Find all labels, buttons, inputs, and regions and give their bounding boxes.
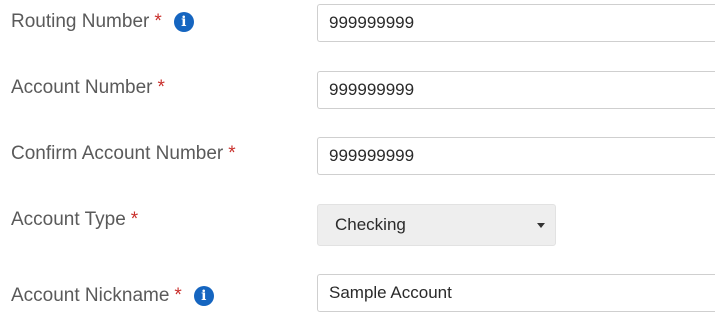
confirm-account-number-row: Confirm Account Number * — [0, 128, 715, 194]
required-asterisk: * — [130, 209, 139, 230]
required-asterisk: * — [154, 11, 162, 32]
info-icon[interactable]: i — [173, 12, 194, 32]
account-nickname-input[interactable] — [317, 274, 715, 312]
required-asterisk: * — [157, 77, 165, 98]
bank-account-form: Routing Number * i Account Number * Conf… — [0, 0, 715, 312]
routing-number-row: Routing Number * i — [0, 0, 715, 62]
account-number-label-group: Account Number * — [11, 74, 165, 102]
required-asterisk: * — [174, 285, 182, 306]
required-asterisk: * — [228, 143, 236, 164]
confirm-account-number-label-group: Confirm Account Number * — [11, 140, 236, 168]
chevron-down-icon — [537, 223, 545, 228]
account-number-label: Account Number — [11, 77, 153, 98]
account-type-label-group: Account Type * — [11, 206, 138, 234]
account-type-row: Account Type * Checking — [0, 194, 715, 260]
account-type-select[interactable]: Checking — [317, 204, 556, 246]
confirm-account-number-input[interactable] — [317, 137, 715, 175]
routing-number-label: Routing Number — [11, 11, 150, 32]
account-type-selected-value: Checking — [335, 215, 406, 234]
account-number-row: Account Number * — [0, 62, 715, 128]
routing-number-input[interactable] — [317, 4, 715, 42]
account-nickname-label-group: Account Nickname * i — [11, 282, 214, 310]
account-type-label: Account Type — [11, 209, 126, 230]
account-nickname-row: Account Nickname * i — [0, 260, 715, 312]
confirm-account-number-label: Confirm Account Number — [11, 143, 224, 164]
routing-number-label-group: Routing Number * i — [11, 8, 194, 36]
account-number-input[interactable] — [317, 71, 715, 109]
info-icon[interactable]: i — [193, 286, 214, 306]
account-nickname-label: Account Nickname — [11, 285, 170, 306]
